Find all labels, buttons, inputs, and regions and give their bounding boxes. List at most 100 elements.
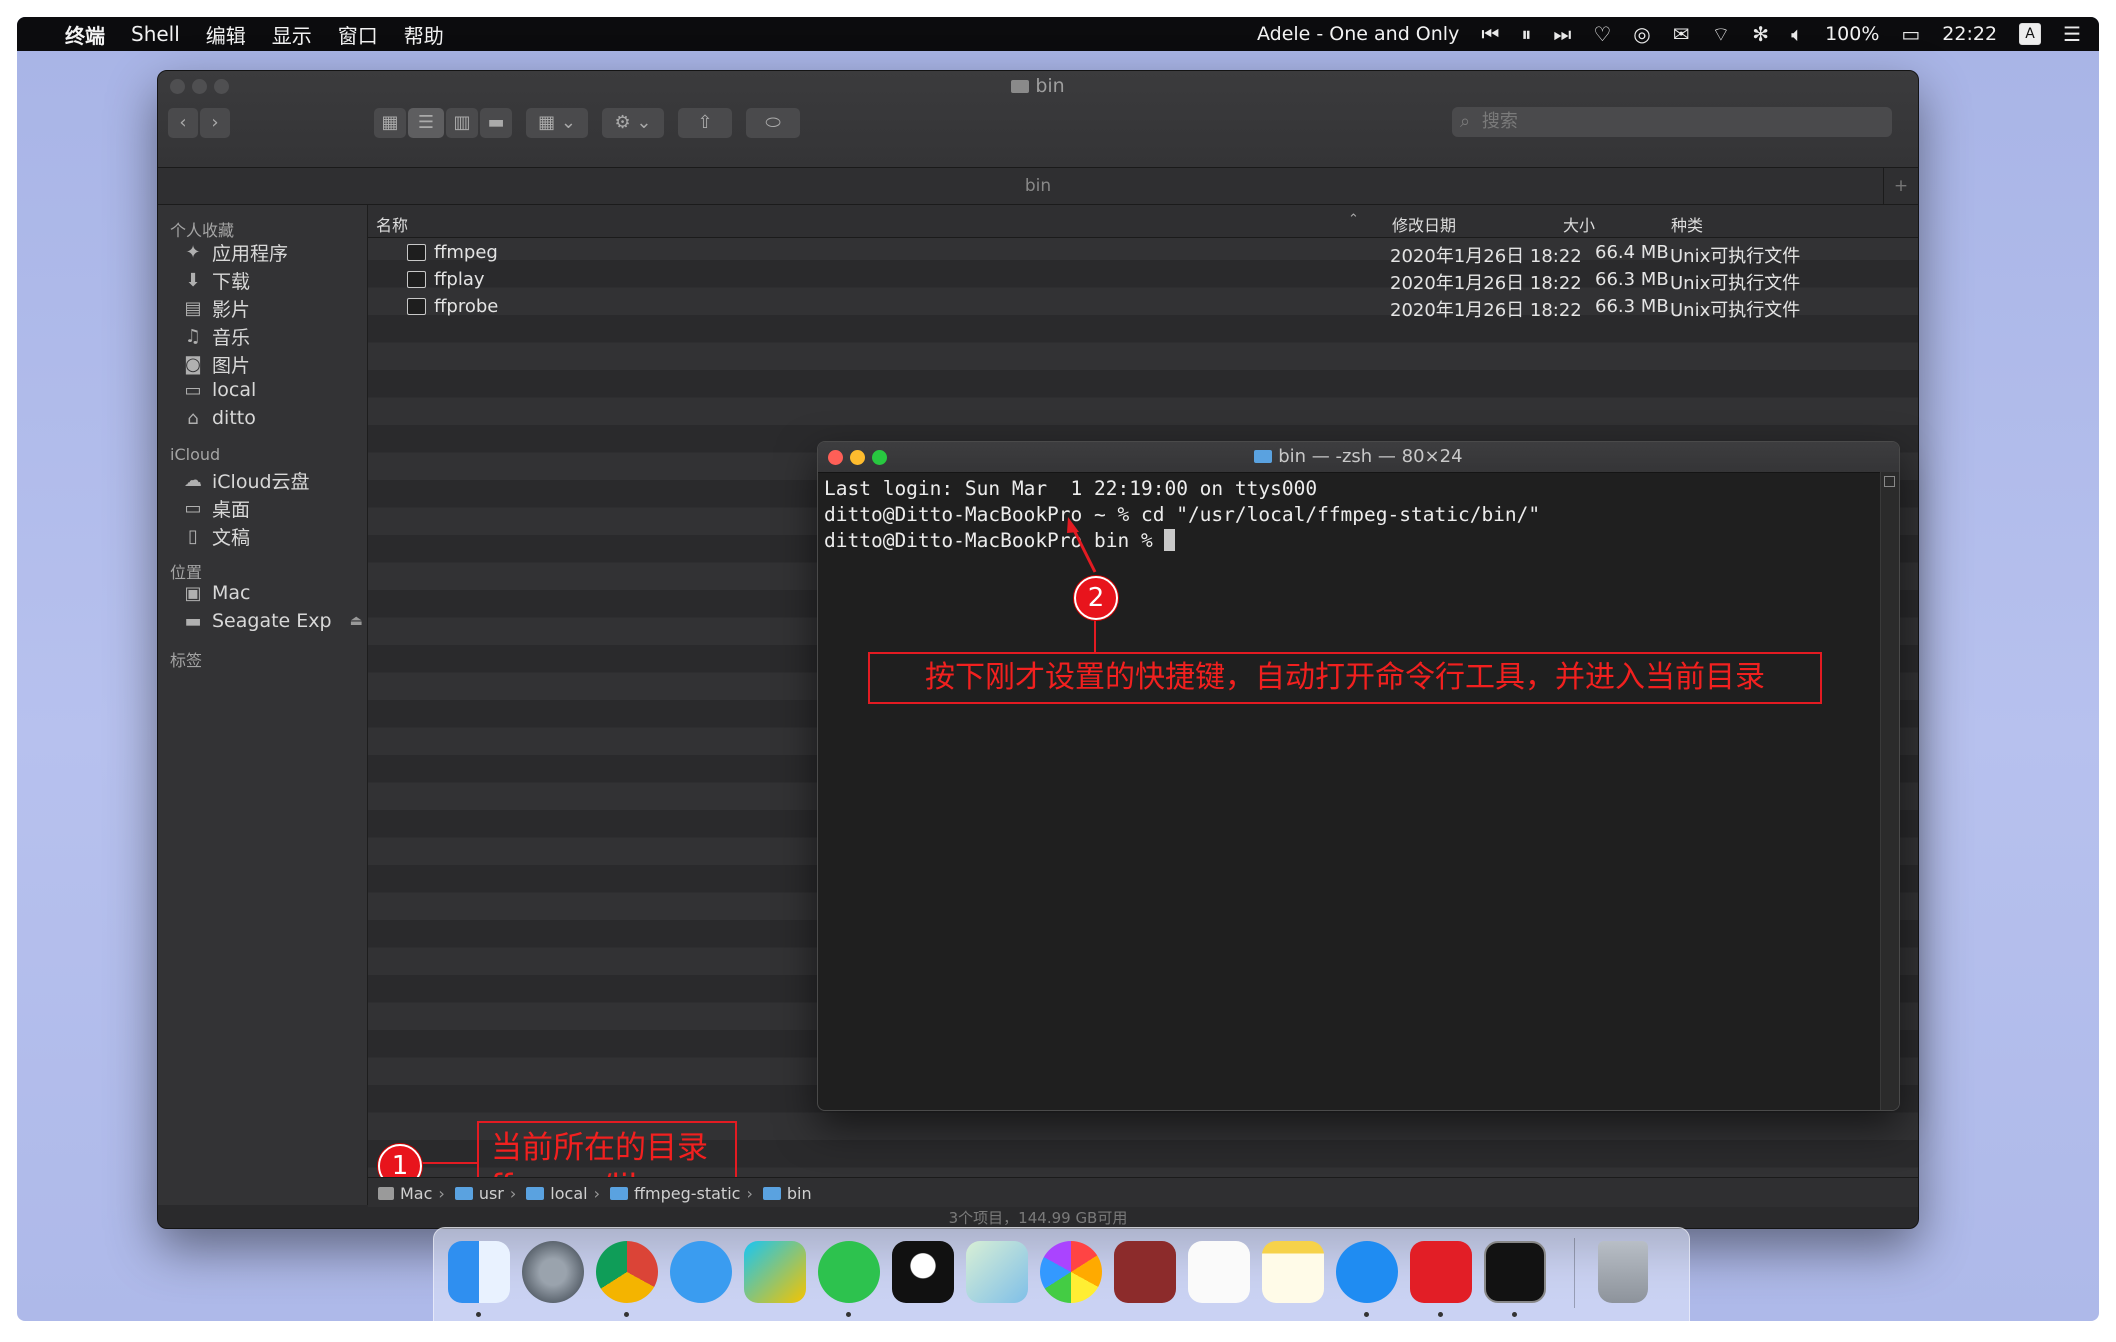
notes-icon[interactable] xyxy=(1262,1241,1324,1303)
reminders-icon[interactable] xyxy=(1188,1241,1250,1303)
sidebar-item-label: 下载 xyxy=(212,271,251,293)
sidebar-item-music[interactable]: ♫ 音乐 xyxy=(182,323,250,350)
dictionary-icon[interactable] xyxy=(1114,1241,1176,1303)
bluetooth-icon[interactable]: ✻ xyxy=(1752,22,1769,46)
sidebar-item-movies[interactable]: ▤ 影片 xyxy=(182,295,250,322)
column-kind[interactable]: 种类 xyxy=(1671,212,1703,236)
chevron-right-icon: › xyxy=(438,1183,445,1203)
now-playing[interactable]: Adele - One and Only xyxy=(1257,23,1459,45)
previous-track-icon[interactable]: ⏮ xyxy=(1481,22,1499,46)
group-button[interactable]: ▦ ⌄ xyxy=(526,108,588,138)
icon-view-button[interactable]: ▦ xyxy=(374,108,406,138)
forward-button[interactable]: › xyxy=(200,108,230,138)
finder-icon[interactable] xyxy=(448,1241,510,1303)
chevron-right-icon: › xyxy=(509,1183,517,1203)
search-field[interactable]: ⌕ 搜索 xyxy=(1452,107,1892,137)
folder-icon xyxy=(454,1186,473,1200)
window-title-text: bin xyxy=(1035,75,1065,97)
folder-icon xyxy=(609,1186,628,1200)
sidebar-item-label: local xyxy=(212,379,257,401)
menu-help[interactable]: 帮助 xyxy=(404,20,444,49)
folder-icon xyxy=(526,1186,545,1200)
back-button[interactable]: ‹ xyxy=(168,108,198,138)
wifi-icon[interactable]: ⌔ xyxy=(1711,22,1730,47)
sidebar-item-label: 图片 xyxy=(212,355,251,377)
column-size[interactable]: 大小 xyxy=(1563,212,1595,236)
annotation-1-line1: 当前所在的目录 xyxy=(491,1130,708,1166)
menu-edit[interactable]: 编辑 xyxy=(206,20,246,49)
input-method-icon[interactable]: A xyxy=(2019,23,2042,45)
battery-icon[interactable]: ▭ xyxy=(1901,22,1920,46)
sidebar-item-local[interactable]: ▭ local xyxy=(182,379,256,401)
app-store-icon[interactable] xyxy=(1336,1241,1398,1303)
sidebar-item-label: Seagate Exp xyxy=(212,610,332,632)
annotation-2-box: 按下刚才设置的快捷键，自动打开命令行工具，并进入当前目录 xyxy=(868,652,1822,704)
sidebar-item-icloud-drive[interactable]: ☁ iCloud云盘 xyxy=(182,467,310,494)
netease-status-icon[interactable]: ◎ xyxy=(1633,22,1650,46)
camera-icon: ◙ xyxy=(184,354,202,375)
qq-icon[interactable] xyxy=(892,1241,954,1303)
menu-clock[interactable]: 22:22 xyxy=(1942,23,1997,45)
breadcrumb-bin[interactable]: bin xyxy=(762,1184,812,1203)
column-date[interactable]: 修改日期 xyxy=(1392,212,1456,236)
menu-terminal[interactable]: 终端 xyxy=(65,20,105,49)
annotation-2-connector xyxy=(1067,517,1097,652)
share-button[interactable]: ⇧ xyxy=(678,108,732,138)
add-tab-icon[interactable]: + xyxy=(1883,168,1918,204)
breadcrumb-local[interactable]: local › xyxy=(526,1184,600,1203)
sidebar-item-label: 影片 xyxy=(212,299,251,321)
sidebar-item-documents[interactable]: ▯ 文稿 xyxy=(182,523,250,550)
volume-icon[interactable]: 🔈︎ xyxy=(1791,22,1803,46)
status-bar: 3个项目，144.99 GB可用 xyxy=(158,1207,1918,1228)
breadcrumb-mac[interactable]: Mac › xyxy=(378,1184,445,1203)
list-view-button[interactable]: ☰ xyxy=(408,108,444,138)
sidebar-item-mac[interactable]: ▣ Mac xyxy=(182,582,250,604)
sidebar-header-locations: 位置 xyxy=(170,563,203,582)
chrome-icon[interactable] xyxy=(596,1241,658,1303)
sidebar-item-pictures[interactable]: ◙ 图片 xyxy=(182,351,250,378)
breadcrumb-label: ffmpeg-static xyxy=(633,1183,741,1203)
breadcrumb-ffmpeg-static[interactable]: ffmpeg-static › xyxy=(609,1183,753,1203)
eject-icon[interactable]: ⏏ xyxy=(350,613,363,629)
chevron-right-icon: › xyxy=(593,1183,600,1203)
tag-button[interactable]: ⬭ xyxy=(746,108,800,138)
menu-view[interactable]: 显示 xyxy=(272,20,312,49)
menu-shell[interactable]: Shell xyxy=(131,22,180,46)
action-gear-button[interactable]: ⚙ ⌄ xyxy=(602,108,664,138)
sidebar-item-ditto[interactable]: ⌂ ditto xyxy=(182,407,256,429)
sidebar-item-applications[interactable]: ✦ 应用程序 xyxy=(182,239,288,266)
netease-music-icon[interactable] xyxy=(1410,1241,1472,1303)
column-view-button[interactable]: ▥ xyxy=(446,108,478,138)
hard-drive-icon: ▣ xyxy=(184,582,202,604)
photos-icon[interactable] xyxy=(1040,1241,1102,1303)
sidebar-item-desktop[interactable]: ▭ 桌面 xyxy=(182,495,250,522)
next-track-icon[interactable]: ⏭ xyxy=(1553,22,1571,46)
breadcrumb-usr[interactable]: usr › xyxy=(454,1183,517,1203)
file-date: 2020年1月26日 18:22 xyxy=(1390,273,1582,294)
notification-center-icon[interactable]: ☰ xyxy=(2063,22,2081,46)
sort-ascending-icon[interactable]: ⌃ xyxy=(1348,212,1359,227)
download-icon: ⬇ xyxy=(185,270,201,291)
pause-icon[interactable]: ⏸ xyxy=(1521,22,1531,46)
heart-icon[interactable]: ♡ xyxy=(1593,22,1611,46)
sidebar-item-label: iCloud云盘 xyxy=(212,471,310,493)
breadcrumb-label: usr xyxy=(478,1183,504,1203)
file-size: 66.4 MB xyxy=(1595,242,1669,263)
launchpad-icon[interactable] xyxy=(522,1241,584,1303)
sidebar-item-seagate[interactable]: ▬ Seagate Exp ⏏ xyxy=(182,610,363,632)
wechat-icon[interactable] xyxy=(818,1241,880,1303)
wechat-status-icon[interactable]: ✉ xyxy=(1673,22,1690,46)
battery-percent[interactable]: 100% xyxy=(1825,23,1879,45)
sidebar-item-label: 音乐 xyxy=(212,327,251,349)
menu-window[interactable]: 窗口 xyxy=(338,20,378,49)
tab-bin[interactable]: bin xyxy=(1025,176,1051,196)
messages-icon[interactable] xyxy=(670,1241,732,1303)
sidebar-item-label: 文稿 xyxy=(212,527,251,549)
gallery-view-button[interactable]: ▬ xyxy=(480,108,512,138)
file-date: 2020年1月26日 18:22 xyxy=(1390,300,1582,321)
trash-icon[interactable] xyxy=(1598,1241,1648,1303)
sidebar-item-downloads[interactable]: ⬇ 下载 xyxy=(182,267,250,294)
infuse-icon[interactable] xyxy=(744,1241,806,1303)
terminal-icon[interactable] xyxy=(1484,1241,1546,1303)
maps-icon[interactable] xyxy=(966,1241,1028,1303)
